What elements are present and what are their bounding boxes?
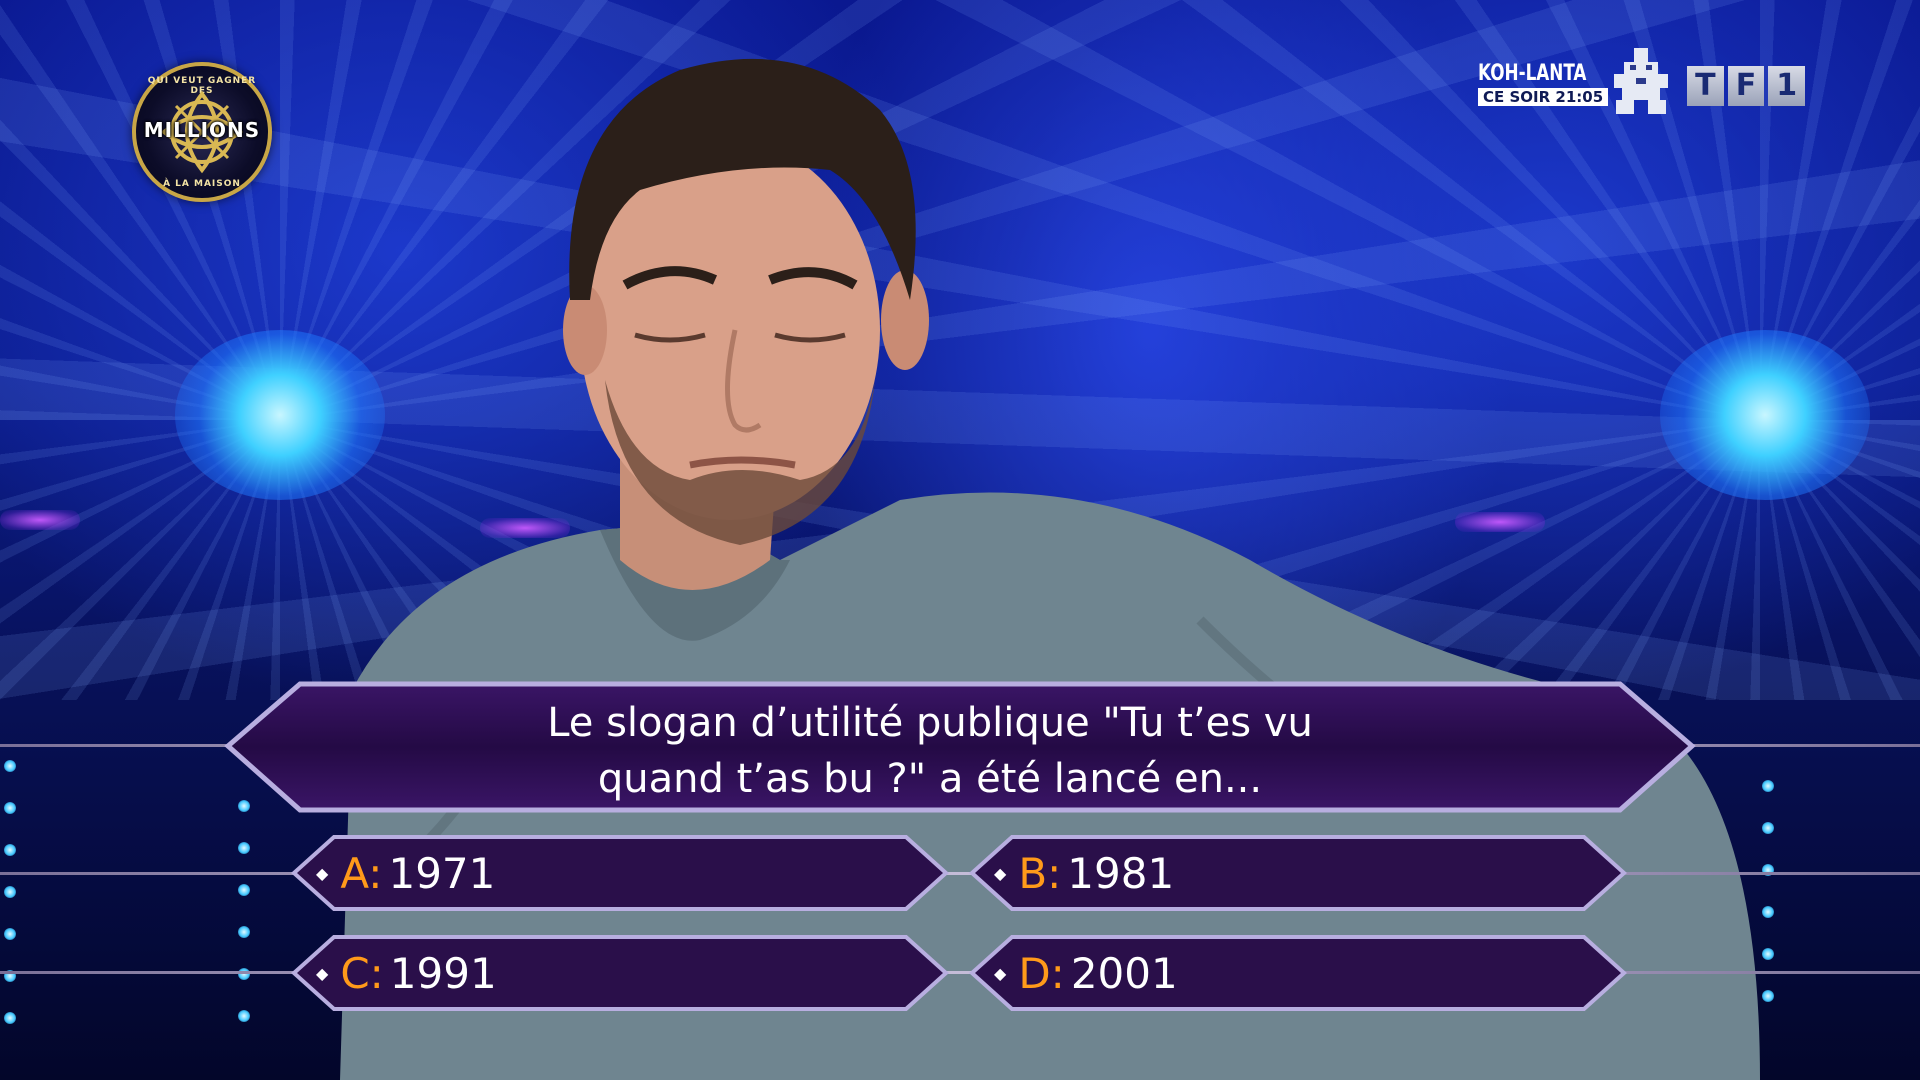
answer-c-letter: C:: [340, 948, 384, 998]
show-logo-ring-bottom: À LA MAISON: [163, 179, 241, 189]
answer-b-letter: B:: [1018, 848, 1062, 898]
answer-a[interactable]: ◆ A: 1971: [316, 848, 495, 898]
answer-c-diamond-icon: ◆: [316, 963, 329, 983]
show-logo: QUI VEUT GAGNER DES MILLIONS À LA MAISON: [132, 62, 272, 202]
answer-rail-top: [0, 872, 1920, 875]
answer-a-letter: A:: [340, 848, 383, 898]
question-text: Le slogan d’utilité publique "Tu t’es vu…: [290, 695, 1570, 807]
promo-time: CE SOIR 21:05: [1478, 88, 1609, 106]
channel-logo: T F 1: [1687, 66, 1806, 106]
answer-c-text: 1991: [389, 948, 497, 998]
program-promo: KOH-LANTA CE SOIR 21:05: [1478, 61, 1609, 106]
question-line-2: quand t’as bu ?" a été lancé en...: [597, 756, 1263, 802]
answer-c[interactable]: ◆ C: 1991: [316, 948, 497, 998]
answer-a-diamond-icon: ◆: [316, 863, 329, 883]
question-line-1: Le slogan d’utilité publique "Tu t’es vu: [547, 700, 1313, 746]
contestant-figure: [340, 58, 1760, 1080]
answer-b-text: 1981: [1067, 848, 1175, 898]
answer-d-letter: D:: [1018, 948, 1065, 998]
answer-b[interactable]: ◆ B: 1981: [994, 848, 1174, 898]
koh-lanta-totem-icon: [1614, 48, 1668, 114]
answer-rail-bottom: [0, 971, 1920, 974]
show-logo-title: MILLIONS: [143, 118, 261, 142]
answer-d-text: 2001: [1070, 948, 1178, 998]
answer-d-diamond-icon: ◆: [994, 963, 1007, 983]
channel-letter-1: 1: [1768, 66, 1806, 106]
answer-a-text: 1971: [388, 848, 496, 898]
promo-title: KOH-LANTA: [1478, 61, 1587, 86]
answer-d[interactable]: ◆ D: 2001: [994, 948, 1178, 998]
answer-b-diamond-icon: ◆: [994, 863, 1007, 883]
channel-letter-t: T: [1687, 66, 1724, 106]
channel-letter-f: F: [1727, 66, 1765, 106]
